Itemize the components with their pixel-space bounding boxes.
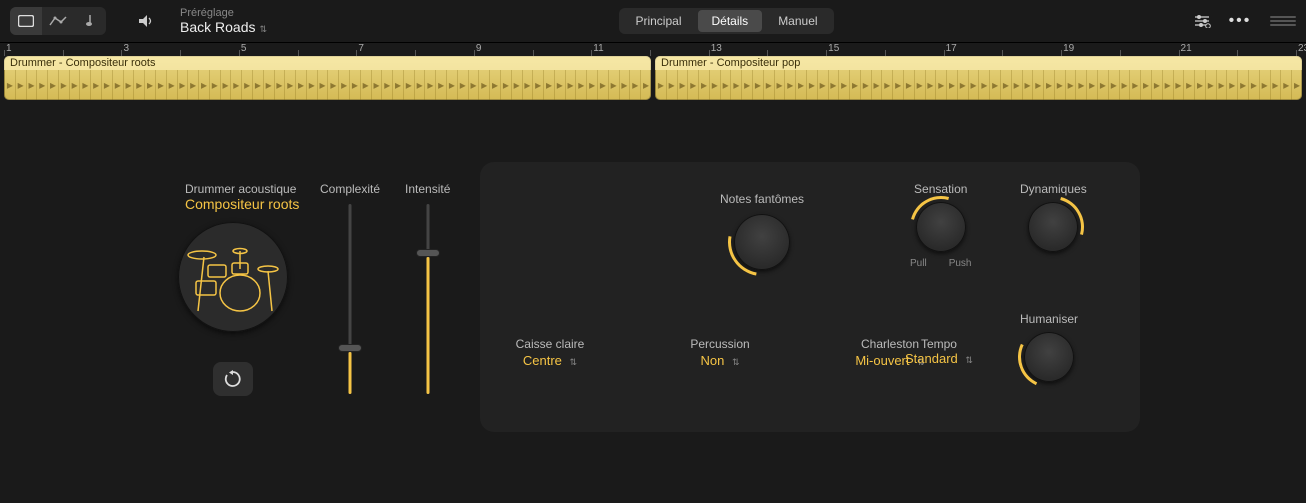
humanize-control: Humaniser [1020, 312, 1078, 382]
region-title: Drummer - Compositeur pop [655, 56, 1302, 70]
tempo-label: Tempo [921, 337, 957, 351]
feel-control: Sensation Pull Push [910, 182, 971, 269]
chevron-updown-icon: ⇅ [570, 357, 578, 368]
snare-label: Caisse claire [516, 337, 585, 351]
ruler-number: 23 [1298, 43, 1306, 54]
feel-label: Sensation [914, 182, 967, 196]
region[interactable]: Drummer - Compositeur roots▸▸▸▸▸▸▸▸▸▸▸▸▸… [4, 56, 651, 100]
drummer-type: Drummer acoustique [185, 182, 299, 196]
drummer-info: Drummer acoustique Compositeur roots [185, 182, 299, 212]
ruler-number: 13 [711, 43, 722, 54]
ruler-number: 1 [6, 43, 12, 54]
view-mode-group [10, 7, 106, 35]
feel-pull-label: Pull [910, 258, 927, 269]
ruler-number: 21 [1181, 43, 1192, 54]
preset-selector[interactable]: Préréglage Back Roads⇅ [180, 7, 267, 36]
automation-view-button[interactable] [42, 7, 74, 35]
volume-icon[interactable] [130, 7, 162, 35]
region-title: Drummer - Compositeur roots [4, 56, 651, 70]
refresh-icon [224, 370, 242, 388]
intensity-slider-wrap: Intensité [405, 182, 450, 394]
complexity-slider-wrap: Complexité [320, 182, 380, 394]
chevron-updown-icon: ⇅ [732, 357, 740, 368]
ruler-number: 9 [476, 43, 482, 54]
drumkit-icon [186, 239, 280, 315]
toolbar-right: ••• [1186, 7, 1296, 35]
ghost-notes-control: Notes fantômes [720, 192, 804, 270]
humanize-label: Humaniser [1020, 312, 1078, 326]
feel-push-label: Push [949, 258, 972, 269]
ghost-notes-knob[interactable] [734, 214, 790, 270]
preset-value: Back Roads⇅ [180, 19, 267, 35]
settings-icon[interactable] [1186, 7, 1218, 35]
tab-principal[interactable]: Principal [621, 10, 695, 32]
ruler-number: 3 [123, 43, 129, 54]
region-lane: Drummer - Compositeur roots▸▸▸▸▸▸▸▸▸▸▸▸▸… [0, 56, 1306, 102]
feel-range: Pull Push [910, 258, 971, 269]
humanize-knob[interactable] [1024, 332, 1074, 382]
score-view-button[interactable] [74, 7, 106, 35]
ruler-number: 11 [593, 43, 603, 54]
drumkit-picker[interactable] [178, 222, 288, 332]
dynamics-knob[interactable] [1028, 202, 1078, 252]
tab-details[interactable]: Détails [698, 10, 763, 32]
tempo-value[interactable]: Standard ⇅ [905, 351, 973, 366]
ruler-number: 19 [1063, 43, 1074, 54]
tempo-select: Tempo Standard ⇅ [905, 337, 973, 366]
region-waveform: ▸▸▸▸▸▸▸▸▸▸▸▸▸▸▸▸▸▸▸▸▸▸▸▸▸▸▸▸▸▸▸▸▸▸▸▸▸▸▸▸… [655, 70, 1302, 100]
ruler-number: 5 [241, 43, 247, 54]
edit-mode-tabs: Principal Détails Manuel [619, 8, 833, 34]
intensity-label: Intensité [405, 182, 450, 196]
more-icon[interactable]: ••• [1224, 7, 1256, 35]
percussion-select: Percussion Non ⇅ [670, 337, 770, 368]
resize-grip[interactable] [1270, 16, 1296, 26]
percussion-value[interactable]: Non ⇅ [700, 353, 739, 368]
ruler-number: 7 [358, 43, 364, 54]
drummer-editor: Drummer acoustique Compositeur roots Com… [0, 102, 1306, 503]
ghost-notes-label: Notes fantômes [720, 192, 804, 206]
preset-label: Préréglage [180, 7, 267, 20]
chevron-updown-icon: ⇅ [965, 355, 973, 366]
ruler-number: 17 [946, 43, 957, 54]
complexity-label: Complexité [320, 182, 380, 196]
region-waveform: ▸▸▸▸▸▸▸▸▸▸▸▸▸▸▸▸▸▸▸▸▸▸▸▸▸▸▸▸▸▸▸▸▸▸▸▸▸▸▸▸… [4, 70, 651, 100]
top-toolbar: Préréglage Back Roads⇅ Principal Détails… [0, 0, 1306, 42]
snare-select: Caisse claire Centre ⇅ [500, 337, 600, 368]
dynamics-label: Dynamiques [1020, 182, 1087, 196]
drummer-name: Compositeur roots [185, 196, 299, 212]
region-view-button[interactable] [10, 7, 42, 35]
regenerate-button[interactable] [213, 362, 253, 396]
intensity-slider[interactable] [418, 204, 438, 394]
feel-knob[interactable] [916, 202, 966, 252]
details-panel: Notes fantômes Sensation Pull Push Dynam… [480, 162, 1140, 432]
region[interactable]: Drummer - Compositeur pop▸▸▸▸▸▸▸▸▸▸▸▸▸▸▸… [655, 56, 1302, 100]
tab-manual[interactable]: Manuel [764, 10, 831, 32]
percussion-label: Percussion [690, 337, 749, 351]
snare-value[interactable]: Centre ⇅ [523, 353, 577, 368]
ruler-number: 15 [828, 43, 839, 54]
complexity-slider[interactable] [340, 204, 360, 394]
kit-piece-selects: Caisse claire Centre ⇅ Percussion Non ⇅ … [500, 337, 940, 368]
dynamics-control: Dynamiques [1020, 182, 1087, 252]
timeline-ruler[interactable]: 1357911131517192123 [0, 42, 1306, 56]
